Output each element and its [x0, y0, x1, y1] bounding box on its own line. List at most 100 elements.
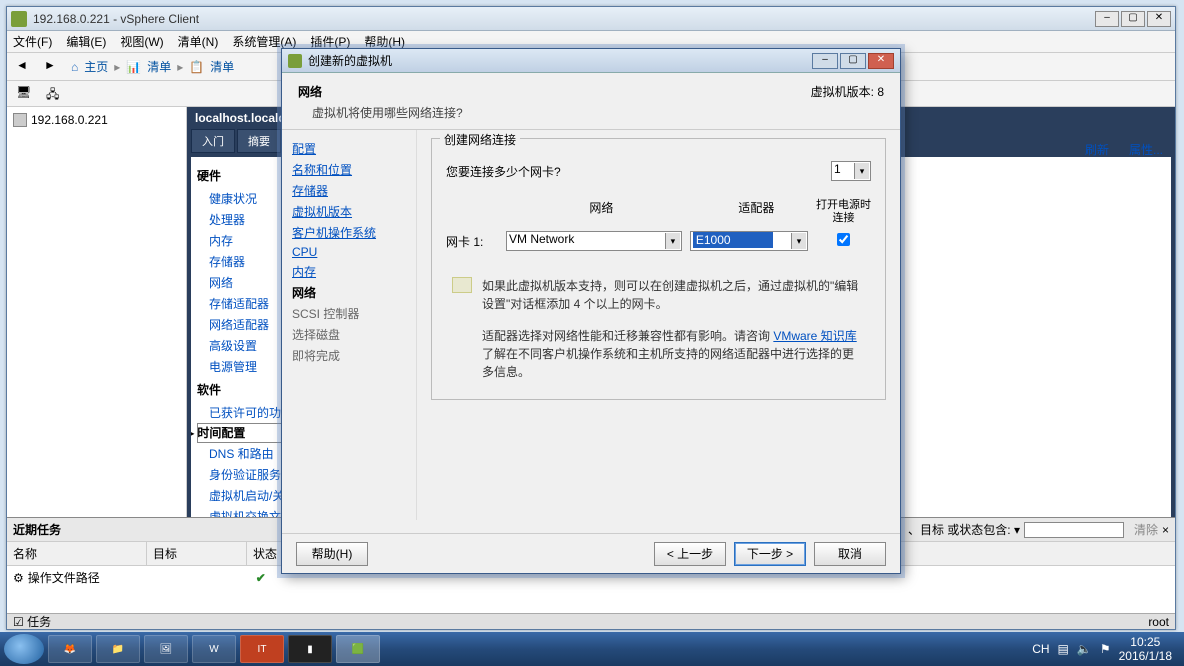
home-icon[interactable]: ⌂ — [71, 60, 78, 74]
back-button[interactable]: ◄ — [15, 57, 35, 77]
connect-on-power-checkbox[interactable] — [837, 233, 850, 246]
dialog-close-button[interactable]: ✕ — [868, 53, 894, 69]
sidebar-item-vmstart[interactable]: 虚拟机启动/关 — [197, 485, 284, 506]
wizard-content: 创建网络连接 您要连接多少个网卡? 1▾ 网络 适配器 打开电源时连接 网卡 1… — [417, 130, 900, 520]
refresh-link[interactable]: 刷新 — [1085, 141, 1109, 158]
inventory-tree: 192.168.0.221 — [7, 107, 187, 519]
sidebar-item-auth[interactable]: 身份验证服务 — [197, 464, 284, 485]
forward-button[interactable]: ► — [43, 57, 63, 77]
sidebar-item-advanced[interactable]: 高级设置 — [197, 335, 284, 356]
server-icon — [13, 113, 27, 127]
filter-label: 、目标 或状态包含: ▾ — [908, 521, 1020, 538]
sidebar-item-dns[interactable]: DNS 和路由 — [197, 443, 284, 464]
sidebar-item-power[interactable]: 电源管理 — [197, 356, 284, 377]
nic-label: 网卡 1: — [446, 233, 498, 250]
dialog-title-bar: 创建新的虚拟机 – ▢ ✕ — [282, 49, 900, 73]
dialog-maximize-button[interactable]: ▢ — [840, 53, 866, 69]
tab-getting-started[interactable]: 入门 — [191, 129, 235, 153]
hdr-power: 打开电源时连接 — [816, 199, 871, 225]
tray-icon[interactable]: 🔈 — [1077, 642, 1092, 656]
nic-adapter-select[interactable]: E1000▾ — [690, 231, 808, 251]
tool-icon-2[interactable]: 🖧 — [45, 84, 65, 104]
tab-summary[interactable]: 摘要 — [237, 129, 281, 153]
chevron-right-icon: ▸ — [114, 60, 120, 74]
start-button[interactable] — [4, 634, 44, 664]
taskbar-item[interactable]: IT — [240, 635, 284, 663]
inventory-icon: 📋 — [189, 60, 204, 74]
col-target[interactable]: 目标 — [147, 542, 247, 565]
windows-taskbar: 🦊 📁 🖼 W IT ▮ 🟩 CH ▤ 🔈 ⚑ 10:25 2016/1/18 — [0, 632, 1184, 666]
tree-node-label: 192.168.0.221 — [31, 113, 108, 127]
taskbar-item[interactable]: 🦊 — [48, 635, 92, 663]
tree-node-host[interactable]: 192.168.0.221 — [13, 113, 180, 127]
network-fieldset: 创建网络连接 您要连接多少个网卡? 1▾ 网络 适配器 打开电源时连接 网卡 1… — [431, 138, 886, 400]
sidebar-item-memory[interactable]: 内存 — [197, 230, 284, 251]
back-button[interactable]: < 上一步 — [654, 542, 726, 566]
tray-icon[interactable]: ▤ — [1058, 642, 1069, 656]
filter-input[interactable] — [1024, 522, 1124, 538]
col-name[interactable]: 名称 — [7, 542, 147, 565]
taskbar-item[interactable]: W — [192, 635, 236, 663]
vm-version-label: 虚拟机版本: 8 — [811, 83, 884, 121]
new-vm-dialog: 创建新的虚拟机 – ▢ ✕ 网络 虚拟机将使用哪些网络连接? 虚拟机版本: 8 … — [281, 48, 901, 574]
task-name: 操作文件路径 — [28, 569, 148, 586]
cancel-button[interactable]: 取消 — [814, 542, 886, 566]
nav-cpu[interactable]: CPU — [292, 243, 406, 261]
tray-icon[interactable]: ⚑ — [1100, 642, 1111, 656]
maximize-button[interactable]: ▢ — [1121, 11, 1145, 27]
sidebar-item-storage-adapter[interactable]: 存储适配器 — [197, 293, 284, 314]
menu-view[interactable]: 视图(W) — [120, 33, 163, 50]
taskbar-item[interactable]: 📁 — [96, 635, 140, 663]
properties-link[interactable]: 属性... — [1129, 141, 1163, 158]
menu-inventory[interactable]: 清单(N) — [178, 33, 219, 50]
nav-guestos[interactable]: 客户机操作系统 — [292, 222, 406, 243]
dialog-footer: 帮助(H) < 上一步 下一步 > 取消 — [282, 533, 900, 573]
nav-config[interactable]: 配置 — [292, 138, 406, 159]
info-text-1: 如果此虚拟机版本支持，则可以在创建虚拟机之后，通过虚拟机的"编辑设置"对话框添加… — [482, 277, 865, 313]
menu-edit[interactable]: 编辑(E) — [66, 33, 106, 50]
status-left[interactable]: ☑ 任务 — [13, 613, 51, 630]
sidebar-item-license[interactable]: 已获许可的功能 — [197, 402, 284, 423]
nic-count-select[interactable]: 1▾ — [831, 161, 871, 181]
sidebar-item-cpu[interactable]: 处理器 — [197, 209, 284, 230]
nav-version[interactable]: 虚拟机版本 — [292, 201, 406, 222]
nav-name[interactable]: 名称和位置 — [292, 159, 406, 180]
sidebar-item-health[interactable]: 健康状况 — [197, 188, 284, 209]
close-button[interactable]: ✕ — [1147, 11, 1171, 27]
sidebar-item-storage[interactable]: 存储器 — [197, 251, 284, 272]
dropdown-icon: ▾ — [791, 233, 806, 249]
nav-storage[interactable]: 存储器 — [292, 180, 406, 201]
vsphere-icon — [288, 54, 302, 68]
tool-icon-1[interactable]: 🖥 — [15, 84, 35, 104]
filter-clear[interactable]: 清除 — [1134, 521, 1158, 538]
next-button[interactable]: 下一步 > — [734, 542, 806, 566]
breadcrumb-inventory[interactable]: 清单 — [147, 58, 171, 75]
breadcrumb-inventory2[interactable]: 清单 — [210, 58, 234, 75]
breadcrumb-home[interactable]: 主页 — [84, 58, 108, 75]
dropdown-icon: ▾ — [665, 233, 680, 249]
content-action-links: 刷新 属性... — [1085, 141, 1163, 158]
config-sidebar: 硬件 健康状况 处理器 内存 存储器 网络 存储适配器 网络适配器 高级设置 电… — [191, 157, 291, 519]
nav-memory[interactable]: 内存 — [292, 261, 406, 282]
taskbar-item-vsphere[interactable]: 🟩 — [336, 635, 380, 663]
taskbar-item[interactable]: ▮ — [288, 635, 332, 663]
minimize-button[interactable]: – — [1095, 11, 1119, 27]
sidebar-item-time[interactable]: 时间配置 — [197, 423, 284, 443]
tray-clock[interactable]: 10:25 2016/1/18 — [1119, 635, 1172, 664]
sidebar-item-network[interactable]: 网络 — [197, 272, 284, 293]
filter-close-icon[interactable]: × — [1162, 523, 1169, 537]
nav-network[interactable]: 网络 — [292, 282, 406, 303]
vmware-kb-link[interactable]: VMware 知识库 — [773, 329, 856, 343]
dialog-minimize-button[interactable]: – — [812, 53, 838, 69]
dropdown-icon: ▾ — [854, 163, 869, 179]
tray-lang[interactable]: CH — [1032, 642, 1049, 656]
menu-file[interactable]: 文件(F) — [13, 33, 52, 50]
inventory-icon: 📊 — [126, 60, 141, 74]
nic-count-label: 您要连接多少个网卡? — [446, 163, 831, 180]
sidebar-item-network-adapter[interactable]: 网络适配器 — [197, 314, 284, 335]
help-button[interactable]: 帮助(H) — [296, 542, 368, 566]
nic-network-select[interactable]: VM Network▾ — [506, 231, 682, 251]
nic-headers: 网络 适配器 打开电源时连接 — [446, 199, 871, 225]
taskbar-item[interactable]: 🖼 — [144, 635, 188, 663]
recent-tasks-filter: 、目标 或状态包含: ▾ 清除 × — [908, 521, 1169, 538]
